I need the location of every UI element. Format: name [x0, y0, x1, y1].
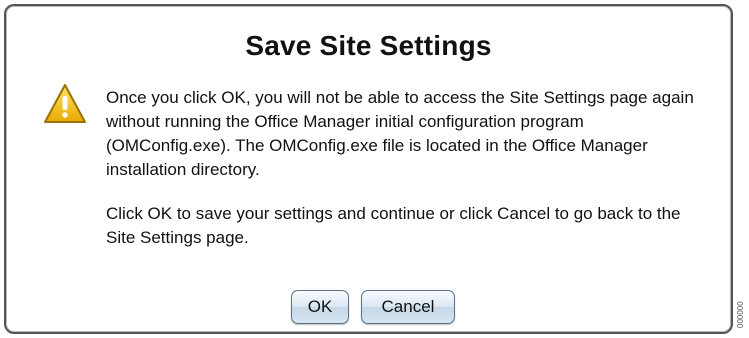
warning-message: Once you click OK, you will not be able … — [106, 88, 694, 179]
warning-triangle-icon — [44, 84, 86, 123]
cancel-button[interactable]: Cancel — [361, 290, 455, 324]
image-reference-label: 000000 — [736, 301, 745, 328]
dialog-button-row: OK Cancel — [291, 290, 455, 326]
dialog-message: Once you click OK, you will not be able … — [106, 86, 696, 270]
ok-button[interactable]: OK — [291, 290, 349, 324]
instruction-message: Click OK to save your settings and conti… — [106, 204, 681, 247]
save-site-settings-dialog: Save Site Settings Once you click OK, yo… — [4, 4, 733, 334]
dialog-title: Save Site Settings — [245, 30, 492, 61]
